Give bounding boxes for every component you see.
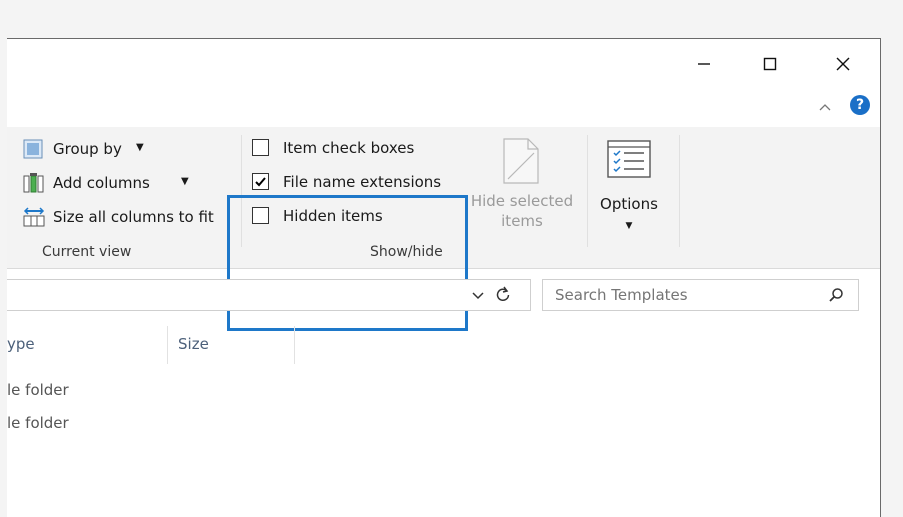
title-bar: ?	[7, 39, 880, 127]
close-button[interactable]	[820, 45, 866, 83]
address-bar[interactable]	[7, 279, 531, 311]
search-icon	[829, 288, 843, 302]
hide-selected-label-line2: items	[501, 212, 543, 230]
help-icon: ?	[855, 97, 865, 113]
column-divider[interactable]	[167, 326, 168, 364]
refresh-button[interactable]	[495, 286, 511, 306]
search-box[interactable]	[542, 279, 859, 311]
column-divider[interactable]	[294, 326, 295, 364]
options-icon	[607, 140, 651, 178]
file-name-extensions-label: File name extensions	[283, 173, 442, 191]
hide-selected-label-line1: Hide selected	[470, 192, 574, 210]
help-button[interactable]: ?	[850, 95, 870, 115]
add-columns-icon	[23, 173, 44, 193]
minimize-icon	[698, 63, 710, 65]
chevron-down-icon: ▼	[136, 142, 144, 153]
ribbon: Group by ▼ Add columns ▼ Size all column…	[7, 127, 880, 331]
table-row[interactable]: le folder	[7, 414, 307, 438]
search-input[interactable]	[553, 283, 817, 307]
chevron-down-icon	[472, 292, 484, 300]
group-by-icon	[23, 139, 43, 159]
row-type-cell: le folder	[7, 414, 69, 432]
options-label: Options	[600, 195, 658, 213]
chevron-down-icon: ▼	[181, 176, 189, 187]
group-by-label: Group by	[53, 140, 122, 158]
size-columns-icon	[23, 207, 45, 227]
chevron-up-icon	[819, 104, 831, 111]
column-header-row: ype Size	[7, 322, 297, 364]
add-columns-label: Add columns	[53, 174, 150, 192]
ribbon-collapse-button[interactable]	[819, 97, 831, 116]
options-button[interactable]: Options ▼	[592, 135, 682, 245]
item-check-boxes-checkbox[interactable]	[252, 139, 269, 156]
group-separator	[679, 135, 680, 247]
column-header-size[interactable]: Size	[178, 335, 209, 353]
maximize-button[interactable]	[747, 45, 793, 83]
search-button[interactable]	[828, 287, 844, 307]
maximize-icon	[763, 57, 777, 71]
row-type-cell: le folder	[7, 381, 69, 399]
minimize-button[interactable]	[681, 45, 727, 83]
chevron-down-icon: ▼	[625, 221, 633, 231]
group-separator	[587, 135, 588, 247]
address-dropdown-button[interactable]	[471, 287, 485, 306]
close-icon	[836, 57, 850, 71]
current-view-group-label: Current view	[42, 244, 132, 260]
checkmark-icon	[255, 177, 266, 187]
column-header-type[interactable]: ype	[7, 335, 35, 353]
hide-selected-icon	[503, 138, 539, 184]
explorer-window: ? Group by ▼ Add columns ▼ Size all colu…	[7, 38, 881, 517]
item-check-boxes-label: Item check boxes	[283, 139, 415, 157]
size-all-columns-label: Size all columns to fit	[53, 208, 214, 226]
file-name-extensions-checkbox[interactable]	[252, 173, 269, 190]
hide-selected-items-button[interactable]: Hide selected items	[464, 135, 580, 235]
table-row[interactable]: le folder	[7, 381, 307, 405]
refresh-icon	[496, 286, 510, 301]
